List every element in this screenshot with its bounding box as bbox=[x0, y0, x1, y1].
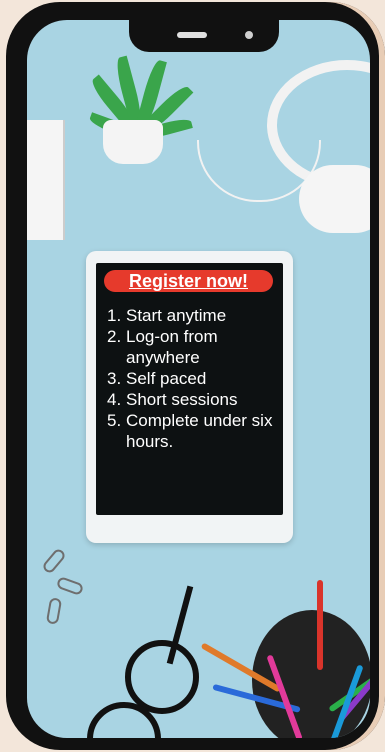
tablet: Register now! 1. Start anytime 2. Log-on… bbox=[86, 251, 293, 543]
list-number: 2. bbox=[107, 327, 122, 346]
list-item: 4. Short sessions bbox=[107, 389, 277, 410]
speaker-icon bbox=[177, 32, 207, 38]
camera-icon bbox=[245, 31, 253, 39]
register-now-button[interactable]: Register now! bbox=[104, 270, 273, 292]
phone-frame: Register now! 1. Start anytime 2. Log-on… bbox=[6, 2, 385, 750]
list-item: 2. Log-on from anywhere bbox=[107, 326, 277, 368]
headphone-cup-icon bbox=[299, 165, 370, 233]
list-text: Start anytime bbox=[126, 306, 227, 325]
list-item: 5. Complete under six hours. bbox=[107, 410, 277, 452]
list-text: Complete under six hours. bbox=[126, 411, 273, 451]
list-number: 3. bbox=[107, 369, 122, 388]
list-number: 1. bbox=[107, 306, 122, 325]
list-text: Self paced bbox=[126, 369, 207, 388]
benefits-list: 1. Start anytime 2. Log-on from anywhere… bbox=[107, 305, 277, 452]
notch bbox=[129, 20, 279, 52]
tablet-screen: Register now! 1. Start anytime 2. Log-on… bbox=[96, 263, 283, 515]
list-number: 5. bbox=[107, 411, 122, 430]
list-text: Short sessions bbox=[126, 390, 238, 409]
notebook-icon bbox=[27, 120, 65, 240]
list-item: 1. Start anytime bbox=[107, 305, 277, 326]
list-number: 4. bbox=[107, 390, 122, 409]
list-item: 3. Self paced bbox=[107, 368, 277, 389]
phone-screen: Register now! 1. Start anytime 2. Log-on… bbox=[27, 20, 370, 738]
list-text: Log-on from anywhere bbox=[126, 327, 218, 367]
